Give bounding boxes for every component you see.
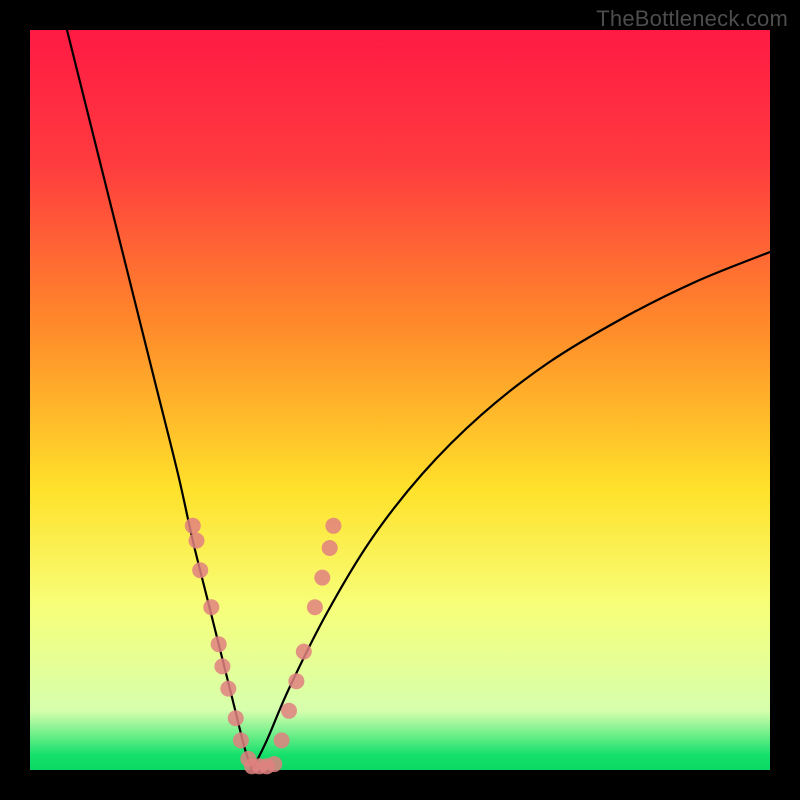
data-point xyxy=(203,599,219,615)
data-point xyxy=(266,756,282,772)
data-point xyxy=(307,599,323,615)
data-point xyxy=(228,710,244,726)
data-point xyxy=(189,533,205,549)
outer-frame: TheBottleneck.com xyxy=(0,0,800,800)
data-point xyxy=(281,703,297,719)
curve-right-branch xyxy=(252,252,770,770)
scatter-points xyxy=(185,518,342,775)
data-point xyxy=(314,570,330,586)
data-point xyxy=(322,540,338,556)
plot-area xyxy=(30,30,770,770)
data-point xyxy=(288,673,304,689)
data-point xyxy=(192,562,208,578)
data-point xyxy=(233,732,249,748)
data-point xyxy=(211,636,227,652)
data-point xyxy=(214,658,230,674)
watermark-text: TheBottleneck.com xyxy=(596,6,788,32)
data-point xyxy=(296,644,312,660)
data-point xyxy=(185,518,201,534)
bottleneck-curve-svg xyxy=(30,30,770,770)
data-point xyxy=(274,732,290,748)
data-point xyxy=(220,681,236,697)
data-point xyxy=(325,518,341,534)
